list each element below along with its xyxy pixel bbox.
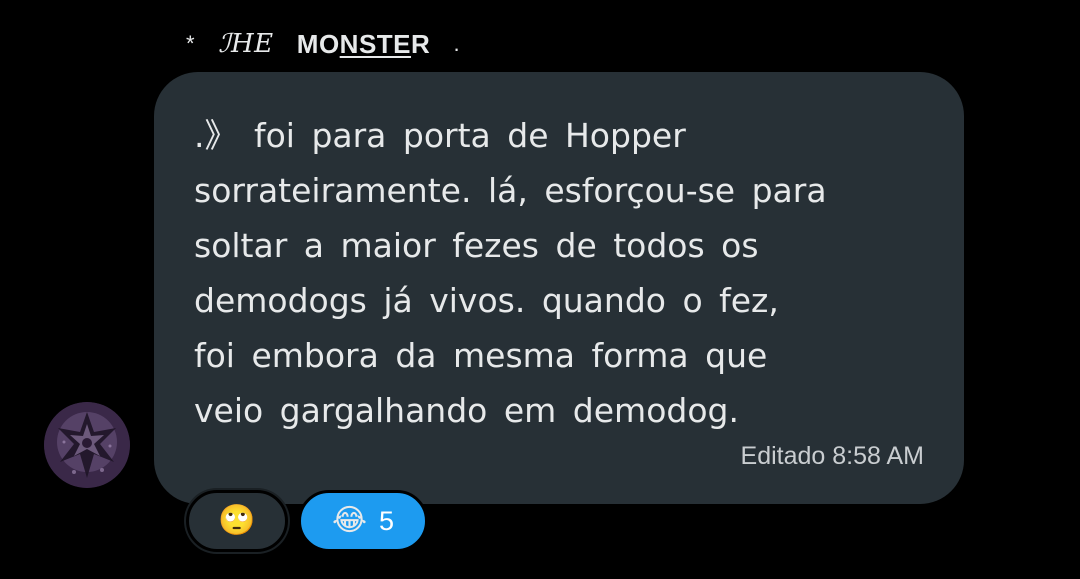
sender-suffix: . (453, 31, 461, 56)
sender-prefix: * (186, 31, 196, 56)
sender-name-part-2: MO (296, 28, 340, 59)
message-bubble[interactable]: .》 foi para porta de Hopper sorrateirame… (154, 72, 964, 504)
sender-name-part-4: R (411, 28, 431, 59)
sender-name-part-1: ℐHE (218, 29, 274, 59)
sender-name-part-3: NSTE (339, 28, 412, 59)
avatar[interactable] (44, 402, 130, 488)
eye-roll-emoji-icon: 🙄 (218, 503, 256, 538)
message-edited-timestamp: Editado 8:58 AM (740, 442, 924, 470)
message-text: .》 foi para porta de Hopper sorrateirame… (194, 116, 827, 430)
tears-of-joy-emoji-icon: 😂 (331, 503, 368, 538)
sender-name: * ℐHE MO NSTE R . (186, 26, 460, 62)
reaction-eye-roll[interactable]: 🙄 (186, 490, 288, 552)
demogorgon-avatar-icon (44, 402, 130, 488)
reaction-tears-of-joy[interactable]: 😂 5 (298, 490, 428, 552)
reaction-count: 5 (379, 505, 395, 536)
